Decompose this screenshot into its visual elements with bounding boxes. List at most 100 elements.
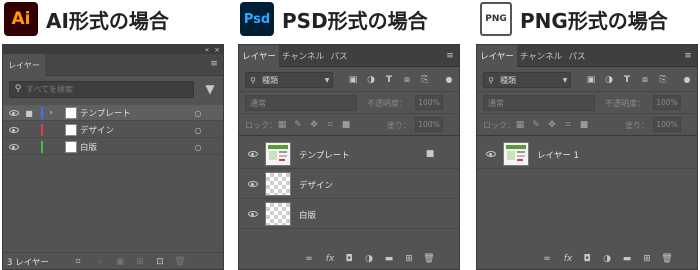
type-filter-icon[interactable]: T — [621, 74, 633, 86]
adjustment-layer-icon[interactable]: ◑ — [601, 253, 613, 265]
trash-icon[interactable]: 🗑 — [661, 253, 673, 265]
lock-transparent-icon[interactable]: ▦ — [277, 119, 287, 131]
visibility-eye-icon[interactable] — [248, 181, 258, 187]
photoshop-logo: Psd — [240, 2, 274, 36]
layer-row[interactable]: 白版 ○ — [3, 139, 223, 155]
visibility-eye-icon[interactable] — [486, 151, 496, 157]
search-icon: ⚲ — [14, 84, 22, 94]
smart-object-filter-icon[interactable]: ⎘ — [419, 74, 431, 86]
visibility-eye-icon[interactable] — [248, 151, 258, 157]
target-circle-icon[interactable]: ○ — [193, 124, 203, 136]
new-layer-icon[interactable]: ⊞ — [403, 253, 415, 265]
lock-label: ロック： — [483, 121, 515, 130]
opacity-field[interactable]: 100% — [653, 95, 681, 110]
layer-kind-filter[interactable]: 種類 — [483, 72, 571, 88]
ai-heading-group: Ai AI形式の場合 — [4, 0, 169, 38]
panel-menu-icon[interactable]: ≡ — [445, 51, 455, 61]
layer-row[interactable]: デザイン — [239, 169, 459, 199]
adjustment-filter-icon[interactable]: ◑ — [603, 74, 615, 86]
fill-field[interactable]: 100% — [415, 117, 443, 132]
layer-mask-icon[interactable]: ◘ — [343, 253, 355, 265]
tab-paths[interactable]: パス — [327, 45, 351, 67]
new-layer-icon[interactable]: ⊞ — [641, 253, 653, 265]
adjustment-filter-icon[interactable]: ◑ — [365, 74, 377, 86]
filter-toggle-icon[interactable]: ● — [683, 71, 691, 87]
ai-heading: AI形式の場合 — [46, 8, 169, 33]
expand-arrow-icon[interactable]: › — [47, 107, 55, 119]
layer-row[interactable]: レイヤー 1 — [477, 139, 697, 169]
lock-icon: ■ — [425, 149, 435, 159]
search-icon: ⚲ — [488, 75, 494, 85]
tab-channels[interactable]: チャンネル — [519, 45, 563, 67]
trash-icon[interactable]: 🗑 — [423, 253, 435, 265]
pixel-filter-icon[interactable]: ▣ — [347, 74, 359, 86]
tab-bar: レイヤー チャンネル パス ≡ — [477, 45, 697, 67]
psd-heading: PSD形式の場合 — [282, 8, 428, 33]
close-icon[interactable]: × — [213, 45, 221, 54]
adjustment-layer-icon[interactable]: ◑ — [363, 253, 375, 265]
filter-icon[interactable]: ▼ — [203, 81, 217, 97]
panel-menu-icon[interactable]: ≡ — [209, 59, 219, 69]
fill-field[interactable]: 100% — [653, 117, 681, 132]
blend-mode-select[interactable]: 通常 — [483, 95, 595, 111]
layer-mask-icon[interactable]: ◘ — [581, 253, 593, 265]
tab-layers[interactable]: レイヤー — [239, 45, 279, 67]
opacity-field[interactable]: 100% — [415, 95, 443, 110]
lock-position-icon[interactable]: ✥ — [309, 119, 319, 131]
layer-row[interactable]: 白版 — [239, 199, 459, 229]
visibility-eye-icon[interactable] — [248, 211, 258, 217]
visibility-eye-icon[interactable] — [9, 144, 19, 150]
new-group-icon[interactable]: ▬ — [621, 253, 633, 265]
trash-icon[interactable]: 🗑 — [174, 256, 185, 267]
layer-row[interactable]: テンプレート ■ — [239, 139, 459, 169]
tab-channels[interactable]: チャンネル — [281, 45, 325, 67]
shape-filter-icon[interactable]: ⧈ — [639, 74, 651, 86]
panel-title-bar: « × — [3, 45, 223, 54]
link-layers-icon[interactable]: ∞ — [303, 253, 315, 265]
new-group-icon[interactable]: ▬ — [383, 253, 395, 265]
shape-filter-icon[interactable]: ⧈ — [401, 74, 413, 86]
new-layer-icon[interactable]: ⊡ — [155, 256, 165, 267]
tab-bar: レイヤー ≡ — [3, 54, 223, 76]
visibility-eye-icon[interactable] — [9, 127, 19, 133]
tab-paths[interactable]: パス — [565, 45, 589, 67]
lock-transparent-icon[interactable]: ▦ — [515, 119, 525, 131]
pixel-filter-icon[interactable]: ▣ — [585, 74, 597, 86]
collapse-icon[interactable]: « — [203, 45, 211, 54]
search-input[interactable]: すべてを検索 — [9, 81, 194, 98]
tab-layers[interactable]: レイヤー — [477, 45, 517, 67]
type-filter-icon[interactable]: T — [383, 74, 395, 86]
layer-kind-filter[interactable]: 種類 — [245, 72, 333, 88]
tab-layers[interactable]: レイヤー — [3, 54, 45, 76]
lock-icon[interactable]: ■ — [25, 107, 33, 119]
lock-all-icon[interactable]: ■ — [341, 119, 351, 131]
lock-position-icon[interactable]: ✥ — [547, 119, 557, 131]
new-sublayer-icon[interactable]: ⊞ — [135, 256, 145, 267]
fx-icon[interactable]: fx — [323, 253, 337, 265]
lock-artboard-icon[interactable]: ⌗ — [325, 119, 335, 131]
png-heading: PNG形式の場合 — [520, 8, 668, 33]
locate-object-icon[interactable]: ⌕ — [95, 256, 105, 267]
layer-name: デザイン — [299, 181, 334, 191]
lock-artboard-icon[interactable]: ⌗ — [563, 119, 573, 131]
lock-paint-icon[interactable]: ✎ — [293, 119, 303, 131]
target-circle-icon[interactable]: ○ — [193, 107, 203, 119]
smart-object-filter-icon[interactable]: ⎘ — [657, 74, 669, 86]
clipping-mask-icon[interactable]: ▣ — [115, 256, 125, 267]
lock-all-icon[interactable]: ■ — [579, 119, 589, 131]
collect-export-icon[interactable]: ⌗ — [73, 256, 83, 267]
panel-menu-icon[interactable]: ≡ — [683, 51, 693, 61]
link-layers-icon[interactable]: ∞ — [541, 253, 553, 265]
lock-row: ロック： ▦ ✎ ✥ ⌗ ■ 塗り： 100% — [239, 114, 459, 136]
layer-row[interactable]: デザイン ○ — [3, 122, 223, 138]
fill-label: 塗り： — [625, 121, 649, 130]
panel-footer: ∞ fx ◘ ◑ ▬ ⊞ 🗑 — [239, 249, 459, 269]
layer-thumbnail — [265, 142, 291, 166]
layer-row[interactable]: ■ › テンプレート ○ — [3, 105, 223, 121]
target-circle-icon[interactable]: ○ — [193, 141, 203, 153]
lock-paint-icon[interactable]: ✎ — [531, 119, 541, 131]
visibility-eye-icon[interactable] — [9, 110, 19, 116]
fx-icon[interactable]: fx — [561, 253, 575, 265]
filter-toggle-icon[interactable]: ● — [445, 71, 453, 87]
blend-mode-select[interactable]: 通常 — [245, 95, 357, 111]
